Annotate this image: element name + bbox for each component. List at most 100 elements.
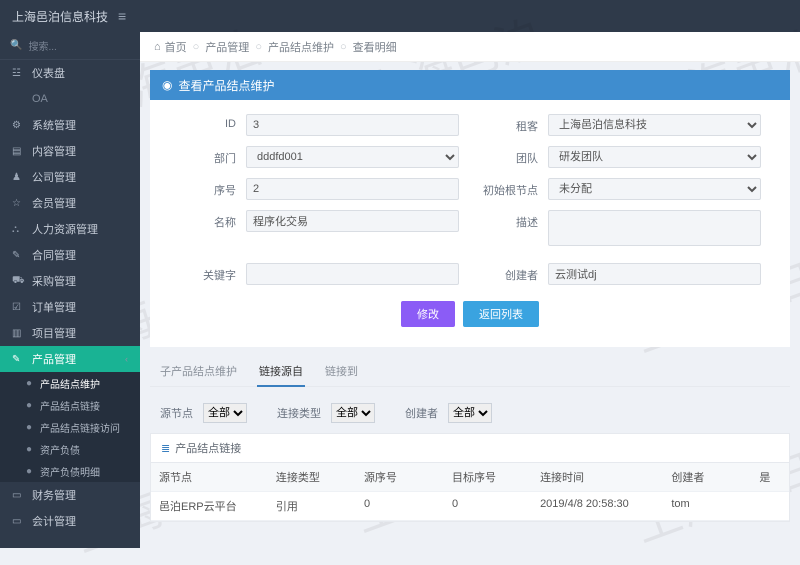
filter-creator-select[interactable]: 全部 <box>448 403 492 423</box>
th-srcseq: 源序号 <box>356 463 444 492</box>
tab-linked-from[interactable]: 链接源自 <box>257 357 305 387</box>
select-tenant[interactable]: 上海邑泊信息科技 <box>548 114 761 136</box>
sidebar-item-label: 人力资源管理 <box>32 221 98 237</box>
sidebar-item-icon: ▭ <box>12 490 26 501</box>
input-creator[interactable] <box>548 263 761 285</box>
sidebar-item-label: OA <box>32 93 48 105</box>
sidebar-item-6[interactable]: ⛬ 人力资源管理 <box>0 216 140 242</box>
breadcrumb-home[interactable]: 首页 <box>165 39 187 55</box>
label-desc: 描述 <box>470 210 548 230</box>
sidebar: 🔍 搜索... ☳仪表盘 OA ⚙ 系统管理 ▤内容管理 ♟ 公司管理 ☆会员管理 ⛬ 人力资源管… <box>0 32 140 548</box>
sidebar-search[interactable]: 🔍 搜索... <box>0 32 140 60</box>
td-creator: tom <box>663 492 751 521</box>
filter-src-label: 源节点 <box>160 405 193 421</box>
sidebar-subitem-label: 资产负债 <box>40 442 80 457</box>
sidebar-item-label: 采购管理 <box>32 273 76 289</box>
breadcrumb-b[interactable]: 产品结点维护 <box>268 39 334 55</box>
select-dept[interactable]: dddfd001 <box>246 146 459 168</box>
sidebar-item-2[interactable]: ⚙ 系统管理 <box>0 112 140 138</box>
select-team[interactable]: 研发团队 <box>548 146 761 168</box>
sidebar-item-12[interactable]: ▭财务管理 <box>0 482 140 508</box>
input-id[interactable] <box>246 114 459 136</box>
menu-toggle-icon[interactable]: ≡ <box>118 8 126 24</box>
breadcrumb-a[interactable]: 产品管理 <box>205 39 249 55</box>
sidebar-item-4[interactable]: ♟ 公司管理 <box>0 164 140 190</box>
sidebar-item-label: 订单管理 <box>32 299 76 315</box>
filter-creator-label: 创建者 <box>405 405 438 421</box>
sidebar-item-icon: ⛟ <box>12 275 26 288</box>
sidebar-item-8[interactable]: ⛟ 采购管理 <box>0 268 140 294</box>
input-seq[interactable] <box>246 178 459 200</box>
breadcrumb-sep: ○ <box>193 41 200 53</box>
sidebar-item-label: 公司管理 <box>32 169 76 185</box>
tab-linked-to[interactable]: 链接到 <box>323 357 360 386</box>
sidebar-item-label: 合同管理 <box>32 247 76 263</box>
label-team: 团队 <box>470 146 548 166</box>
filter-type-label: 连接类型 <box>277 405 321 421</box>
td-srcseq: 0 <box>356 492 444 521</box>
label-tenant: 租客 <box>470 114 548 134</box>
th-time: 连接时间 <box>532 463 663 492</box>
sidebar-item-icon: ▥ <box>12 328 26 339</box>
input-name[interactable] <box>246 210 459 232</box>
sidebar-item-icon: ✎ <box>12 354 26 365</box>
bullet-icon: ● <box>26 422 36 433</box>
sidebar-subitem-label: 产品结点链接 <box>40 398 100 413</box>
back-button[interactable]: 返回列表 <box>463 301 539 327</box>
sidebar-item-label: 产品管理 <box>32 351 76 367</box>
sidebar-item-icon: ⛬ <box>12 224 26 235</box>
sidebar-subitem-0[interactable]: ● 产品结点维护 <box>0 372 140 394</box>
sidebar-item-7[interactable]: ✎合同管理 <box>0 242 140 268</box>
sidebar-item-0[interactable]: ☳仪表盘 <box>0 60 140 86</box>
sidebar-item-icon: ♟ <box>12 172 26 183</box>
td-extra <box>751 492 789 521</box>
edit-button[interactable]: 修改 <box>401 301 455 327</box>
sidebar-item-13[interactable]: ▭会计管理 <box>0 508 140 534</box>
td-type: 引用 <box>268 492 356 521</box>
sidebar-item-9[interactable]: ☑订单管理 <box>0 294 140 320</box>
sidebar-subitem-label: 资产负债明细 <box>40 464 100 479</box>
sidebar-item-10[interactable]: ▥项目管理 <box>0 320 140 346</box>
sidebar-subitem-1[interactable]: ● 产品结点链接 <box>0 394 140 416</box>
label-creator: 创建者 <box>470 263 548 283</box>
th-tgtseq: 目标序号 <box>444 463 532 492</box>
th-extra: 是 <box>751 463 789 492</box>
sidebar-item-1[interactable]: OA <box>0 86 140 112</box>
panel-title: 查看产品结点维护 <box>178 77 274 94</box>
bullet-icon: ● <box>26 378 36 389</box>
sidebar-item-icon: ⚙ <box>12 120 26 131</box>
sidebar-item-label: 系统管理 <box>32 117 76 133</box>
sidebar-subitem-3[interactable]: ●资产负债 <box>0 438 140 460</box>
subsection-header: ≣ 产品结点链接 <box>150 433 790 463</box>
textarea-desc[interactable] <box>548 210 761 246</box>
filter-type-select[interactable]: 全部 <box>331 403 375 423</box>
label-rootnode: 初始根节点 <box>470 178 548 198</box>
sidebar-item-label: 会员管理 <box>32 195 76 211</box>
td-tgtseq: 0 <box>444 492 532 521</box>
links-table: 源节点 连接类型 源序号 目标序号 连接时间 创建者 是 邑泊ERP云平台 引用… <box>150 463 790 522</box>
sidebar-subitem-2[interactable]: ●产品结点链接访问 <box>0 416 140 438</box>
home-icon[interactable]: ⌂ <box>154 41 161 53</box>
input-keyword[interactable] <box>246 263 459 285</box>
sidebar-item-5[interactable]: ☆会员管理 <box>0 190 140 216</box>
select-rootnode[interactable]: 未分配 <box>548 178 761 200</box>
sidebar-item-3[interactable]: ▤内容管理 <box>0 138 140 164</box>
form-panel: ID 租客 上海邑泊信息科技 部门 dddfd001 团队 研发团队 序号 <box>150 100 790 347</box>
info-icon: ◉ <box>162 78 172 92</box>
bullet-icon: ● <box>26 466 36 477</box>
chevron-left-icon: ‹ <box>125 354 128 364</box>
panel-header: ◉ 查看产品结点维护 <box>150 70 790 100</box>
label-id: ID <box>168 114 246 130</box>
label-keyword: 关键字 <box>168 263 246 283</box>
tab-sub-nodes[interactable]: 子产品结点维护 <box>158 357 239 386</box>
filter-src-select[interactable]: 全部 <box>203 403 247 423</box>
sidebar-subitem-label: 产品结点维护 <box>40 376 100 391</box>
table-row[interactable]: 邑泊ERP云平台 引用 0 0 2019/4/8 20:58:30 tom <box>151 492 789 521</box>
label-name: 名称 <box>168 210 246 230</box>
breadcrumb-sep: ○ <box>340 41 347 53</box>
bullet-icon: ● <box>26 400 36 411</box>
main-content: ⌂ 首页 ○ 产品管理 ○ 产品结点维护 ○ 查看明细 ◉ 查看产品结点维护 I… <box>140 32 800 548</box>
sidebar-item-11[interactable]: ✎ 产品管理 ‹ <box>0 346 140 372</box>
sidebar-subitem-4[interactable]: ● 资产负债明细 <box>0 460 140 482</box>
th-creator: 创建者 <box>663 463 751 492</box>
